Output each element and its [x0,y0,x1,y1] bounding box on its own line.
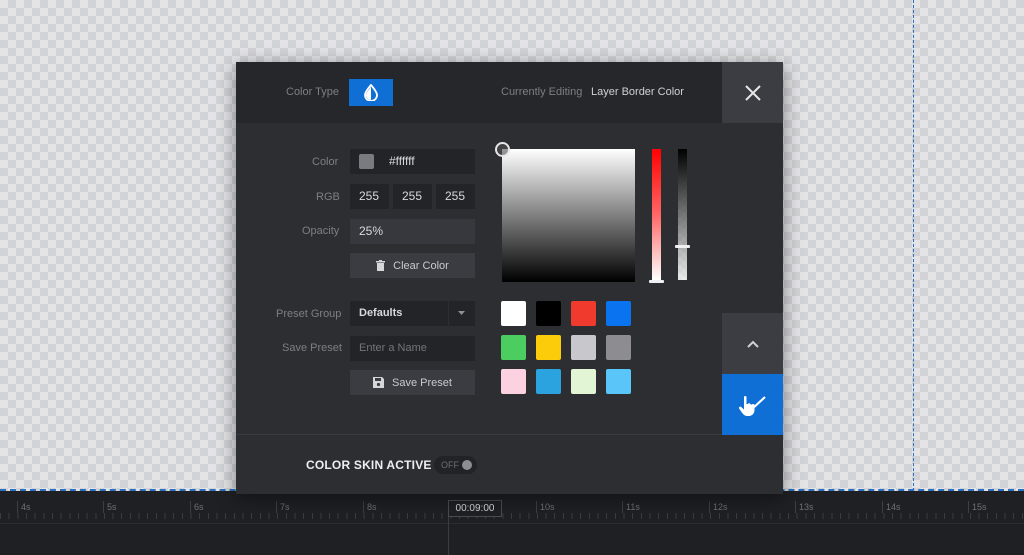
color-picker-dialog: Color Type Currently Editing Layer Borde… [236,62,783,494]
preset-name-input[interactable] [350,336,475,361]
opacity-slider[interactable] [675,149,690,280]
playhead[interactable] [448,517,449,555]
preset-swatch[interactable] [501,369,526,394]
tick-label: 4s [17,501,31,513]
preset-swatch[interactable] [571,301,596,326]
toggle-state-text: OFF [441,460,459,470]
preset-group-select[interactable]: Defaults [350,301,475,326]
tick-label: 5s [103,501,117,513]
tick-label: 14s [882,501,901,513]
chevron-up-icon [746,340,759,348]
tick-label: 6s [190,501,204,513]
toggle-knob [462,460,472,470]
caret-down-icon [458,311,465,315]
currently-editing-label: Currently Editing [501,86,583,98]
select-divider [448,301,449,326]
timeline-ruler[interactable]: 4s 5s 6s 7s 8s 10s 11s 12s 13s 14s 15s 0… [0,491,1024,524]
opacity-label: Opacity [302,225,340,237]
rgb-b-input[interactable] [436,184,475,209]
close-button[interactable] [722,62,783,123]
color-skin-toggle[interactable]: OFF [434,456,477,474]
save-preset-button-label: Save Preset [392,376,452,389]
collapse-button[interactable] [722,313,783,374]
droplet-half-icon [364,84,378,101]
preset-swatch[interactable] [571,335,596,360]
tick-label: 11s [622,501,640,513]
timeline[interactable]: 4s 5s 6s 7s 8s 10s 11s 12s 13s 14s 15s 0… [0,491,1024,555]
current-time-display[interactable]: 00:09:00 [448,500,502,517]
preset-swatch[interactable] [536,335,561,360]
color-swatch[interactable] [359,154,374,169]
color-skin-label: COLOR SKIN ACTIVE [306,458,432,472]
preset-swatch[interactable] [501,335,526,360]
clear-color-label: Clear Color [393,259,449,272]
color-hex-value: #ffffff [389,154,415,168]
tick-label: 12s [709,501,728,513]
tick-label: 7s [276,501,290,513]
rgb-r-input[interactable] [350,184,389,209]
dialog-header: Color Type Currently Editing Layer Borde… [236,62,722,123]
color-hex-field[interactable]: #ffffff [350,149,475,174]
color-label: Color [312,156,339,168]
opacity-input[interactable] [350,219,475,244]
minor-ticks [0,513,1024,519]
preset-swatch[interactable] [606,335,631,360]
preset-swatches [501,301,631,394]
preset-swatch[interactable] [606,301,631,326]
close-icon [744,84,761,101]
preset-swatch[interactable] [501,301,526,326]
save-preset-button[interactable]: Save Preset [350,370,475,395]
tick-label: 10s [536,501,555,513]
preset-group-label: Preset Group [276,308,342,320]
tick-label: 8s [363,501,377,513]
floppy-disk-icon [373,377,385,388]
sv-picker-handle[interactable] [495,142,510,157]
rgb-g-input[interactable] [393,184,432,209]
preset-group-value: Defaults [359,307,403,319]
footer-divider [236,434,722,435]
color-type-button[interactable] [349,79,393,106]
preset-swatch[interactable] [606,369,631,394]
tick-label: 15s [968,501,987,513]
hue-slider-handle[interactable] [649,280,664,283]
currently-editing-value: Layer Border Color [591,86,684,98]
apply-button[interactable] [722,374,783,435]
tick-label: 13s [795,501,814,513]
preset-swatch[interactable] [571,369,596,394]
hand-pointer-check-icon [738,395,766,416]
preset-swatch[interactable] [536,369,561,394]
clear-color-button[interactable]: Clear Color [350,253,475,278]
preset-swatch[interactable] [536,301,561,326]
rgb-label: RGB [316,191,340,203]
opacity-slider-handle[interactable] [675,245,690,248]
saturation-value-picker[interactable] [495,142,635,282]
trash-icon [376,260,386,271]
hue-slider[interactable] [649,149,664,283]
color-type-label: Color Type [286,86,339,98]
save-preset-label: Save Preset [282,342,342,354]
guide-line-vertical [913,0,914,491]
